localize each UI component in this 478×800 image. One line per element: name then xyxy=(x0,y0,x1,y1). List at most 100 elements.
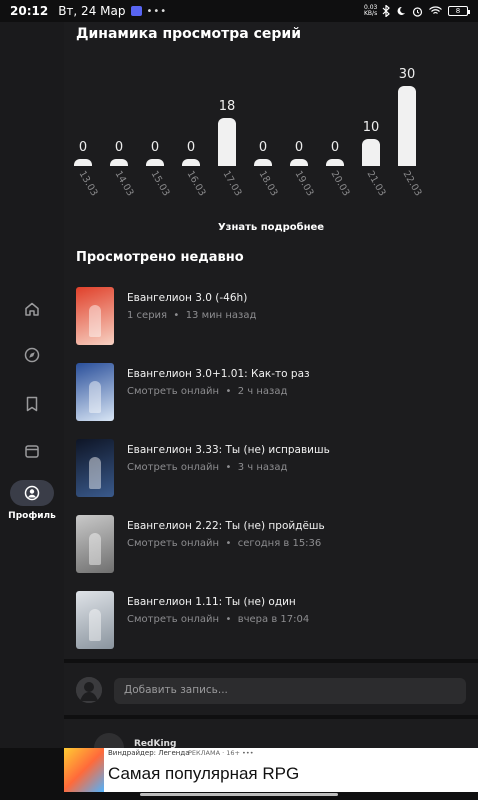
item-meta: Смотреть онлайн • вчера в 17:04 xyxy=(127,614,310,625)
ad-app-name: Виндрайдер: Легенда xyxy=(108,749,190,757)
ad-label: РЕКЛАМА · 16+ ••• xyxy=(188,749,254,757)
item-title: Евангелион 3.0 (-46h) xyxy=(127,292,248,304)
avatar[interactable] xyxy=(76,677,102,703)
list-item[interactable]: Евангелион 2.22: Ты (не) пройдёшь Смотре… xyxy=(76,515,466,573)
gesture-bar xyxy=(0,792,478,800)
recently-viewed-title: Просмотрено недавно xyxy=(76,250,244,265)
item-meta: Смотреть онлайн • 2 ч назад xyxy=(127,386,288,397)
bar-column: 18 17.03 xyxy=(218,22,244,200)
x-tick-label: 18.03 xyxy=(256,169,280,199)
x-tick-label: 13.03 xyxy=(76,169,100,199)
calendar-icon xyxy=(10,438,54,464)
navigation-rail: Профиль xyxy=(0,22,64,748)
post-author[interactable]: RedKing xyxy=(134,739,176,748)
poster-figure xyxy=(89,381,101,413)
item-meta-text: 1 серия xyxy=(127,310,168,321)
bluetooth-icon xyxy=(382,5,390,17)
status-date: Вт, 24 Мар xyxy=(58,4,126,18)
bar-column: 0 19.03 xyxy=(290,22,316,200)
chart-bar xyxy=(326,159,344,166)
wifi-icon xyxy=(429,6,442,14)
avatar[interactable] xyxy=(94,733,124,748)
ad-image xyxy=(64,748,104,792)
x-tick-label: 19.03 xyxy=(292,169,316,199)
bar-value-label: 0 xyxy=(294,140,304,155)
home-indicator[interactable] xyxy=(140,793,338,796)
profile-icon xyxy=(10,480,54,506)
add-post-input[interactable]: Добавить запись... xyxy=(114,678,466,704)
item-meta-text: Смотреть онлайн xyxy=(127,462,220,473)
network-speed-unit: KB/s xyxy=(364,10,378,17)
poster-image xyxy=(76,591,114,649)
bar-column: 0 15.03 xyxy=(146,22,172,200)
status-bar: 20:12 Вт, 24 Мар ••• 0.03 KB/s 8 xyxy=(0,0,478,22)
rail-item-calendar[interactable] xyxy=(0,438,64,464)
x-tick-label: 16.03 xyxy=(184,169,208,199)
list-item[interactable]: Евангелион 3.0 (-46h) 1 серия • 13 мин н… xyxy=(76,287,466,345)
chart-bar xyxy=(254,159,272,166)
poster-figure xyxy=(89,609,101,641)
rail-item-bookmarks[interactable] xyxy=(0,391,64,417)
ad-banner[interactable]: Виндрайдер: Легенда РЕКЛАМА · 16+ ••• Са… xyxy=(64,748,478,792)
list-item[interactable]: Евангелион 3.0+1.01: Как-то раз Смотреть… xyxy=(76,363,466,421)
bar-column: 10 21.03 xyxy=(362,22,388,200)
poster-figure xyxy=(89,533,101,565)
chart-bar xyxy=(182,159,200,166)
poster-figure xyxy=(89,305,101,337)
chart-bar xyxy=(110,159,128,166)
rail-item-home[interactable] xyxy=(0,296,64,322)
bar-column: 0 16.03 xyxy=(182,22,208,200)
profile-content[interactable]: Динамика просмотра серий 0 13.03 0 14.03 0 15… xyxy=(64,22,478,748)
rail-label-profile: Профиль xyxy=(8,511,56,521)
bar-column: 0 13.03 xyxy=(74,22,100,200)
discord-notification-icon xyxy=(131,6,143,16)
battery-level: 8 xyxy=(455,7,461,15)
item-meta-text: Смотреть онлайн xyxy=(127,614,220,625)
list-item[interactable]: Евангелион 3.33: Ты (не) исправишь Смотр… xyxy=(76,439,466,497)
item-title: Евангелион 1.11: Ты (не) один xyxy=(127,596,296,608)
bar-value-label: 0 xyxy=(186,140,196,155)
chart-bar xyxy=(74,159,92,166)
do-not-disturb-icon xyxy=(397,6,405,15)
rail-item-explore[interactable] xyxy=(0,342,64,368)
x-tick-label: 15.03 xyxy=(148,169,172,199)
poster-image xyxy=(76,515,114,573)
list-item[interactable]: Евангелион 1.11: Ты (не) один Смотреть о… xyxy=(76,591,466,649)
item-time: 2 ч назад xyxy=(237,386,288,397)
add-post-card: Добавить запись... xyxy=(64,663,478,715)
item-meta: 1 серия • 13 мин назад xyxy=(127,310,257,321)
more-notifications-icon: ••• xyxy=(146,5,168,17)
poster-image xyxy=(76,287,114,345)
home-icon xyxy=(10,296,54,322)
views-chart-card: Динамика просмотра серий 0 13.03 0 14.03 0 15… xyxy=(64,22,478,253)
item-title: Евангелион 3.0+1.01: Как-то раз xyxy=(127,368,310,380)
item-meta: Смотреть онлайн • 3 ч назад xyxy=(127,462,288,473)
battery-icon: 8 xyxy=(448,6,470,16)
poster-figure xyxy=(89,457,101,489)
item-meta: Смотреть онлайн • сегодня в 15:36 xyxy=(127,538,322,549)
item-time: 3 ч назад xyxy=(237,462,288,473)
ad-more-icon[interactable]: ••• xyxy=(242,749,254,757)
ad-headline: Самая популярная RPG xyxy=(108,764,300,783)
poster-image xyxy=(76,363,114,421)
x-tick-label: 21.03 xyxy=(364,169,388,199)
network-speed: 0.03 KB/s xyxy=(364,5,378,17)
bar-value-label: 18 xyxy=(218,99,236,114)
item-title: Евангелион 3.33: Ты (не) исправишь xyxy=(127,444,330,456)
bar-column: 0 14.03 xyxy=(110,22,136,200)
item-title: Евангелион 2.22: Ты (не) пройдёшь xyxy=(127,520,325,532)
bar-column: 0 18.03 xyxy=(254,22,280,200)
chart-bar xyxy=(146,159,164,166)
rail-item-profile[interactable]: Профиль xyxy=(0,480,64,521)
views-bar-chart: 0 13.03 0 14.03 0 15.03 0 16.03 18 17.03 0 18.03 0 19… xyxy=(64,22,478,200)
chart-bar xyxy=(218,118,236,166)
bookmark-icon xyxy=(10,391,54,417)
bar-value-label: 0 xyxy=(114,140,124,155)
poster-image xyxy=(76,439,114,497)
learn-more-link[interactable]: Узнать подробнее xyxy=(64,222,478,233)
bar-value-label: 30 xyxy=(398,67,416,82)
item-meta-text: Смотреть онлайн xyxy=(127,538,220,549)
post-card: RedKing xyxy=(64,719,478,748)
alarm-icon xyxy=(412,6,423,17)
bar-value-label: 0 xyxy=(258,140,268,155)
